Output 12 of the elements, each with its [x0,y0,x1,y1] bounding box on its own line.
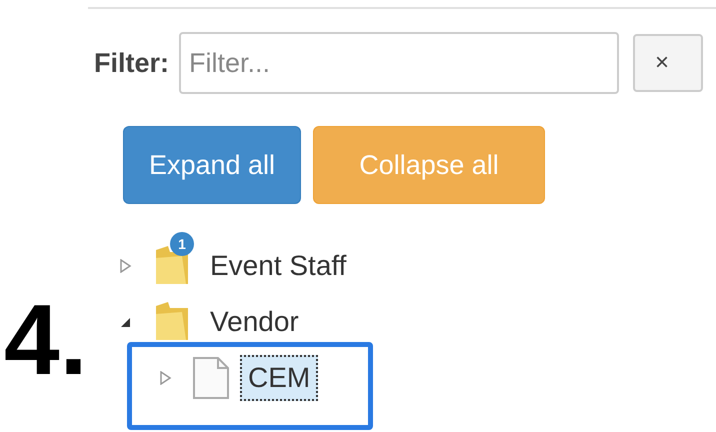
count-badge: 1 [170,232,194,256]
clear-button[interactable]: × [633,34,704,92]
tree-node-label[interactable]: Event Staff [202,243,354,289]
expand-toggle-icon[interactable] [118,259,132,273]
tree-node-label[interactable]: Vendor [202,299,307,345]
filter-input[interactable]: Filter... [179,32,620,94]
tree-node-label[interactable]: CEM [240,355,318,401]
expand-all-button[interactable]: Expand all [123,126,301,204]
expand-toggle-icon[interactable] [158,371,172,385]
file-icon [192,356,230,400]
step-number: 4. [4,290,88,390]
filter-label: Filter: [94,46,170,80]
